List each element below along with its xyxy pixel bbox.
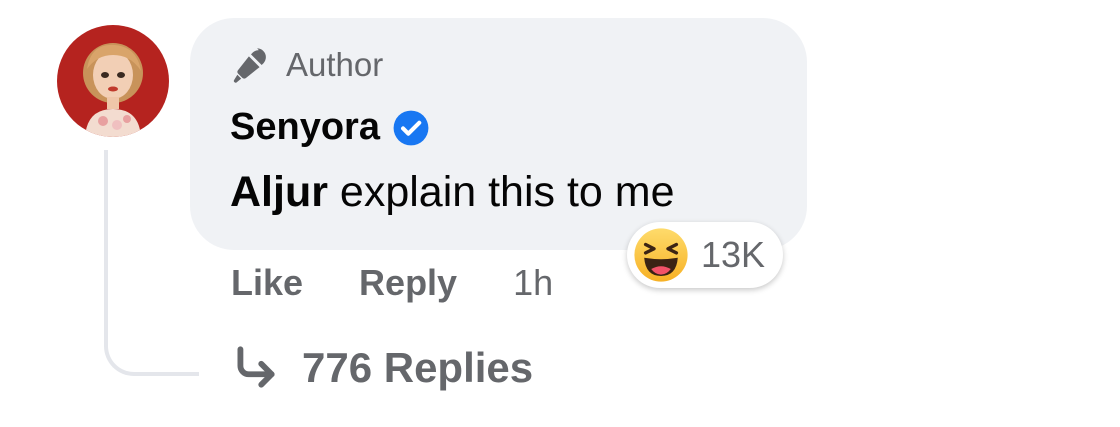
reply-button[interactable]: Reply: [359, 262, 457, 304]
author-badge: Author: [230, 44, 383, 86]
timestamp[interactable]: 1h: [513, 262, 553, 304]
avatar[interactable]: [57, 25, 169, 137]
haha-emoji-icon: [634, 228, 688, 282]
reply-arrow-icon: [237, 346, 275, 388]
commenter-name[interactable]: Senyora: [230, 106, 380, 149]
commenter-name-row: Senyora: [230, 106, 430, 149]
view-replies-link[interactable]: 776 Replies: [230, 343, 533, 393]
reaction-summary[interactable]: 13K: [627, 222, 784, 288]
replies-count-label: 776 Replies: [302, 344, 534, 391]
comment-actions: Like Reply 1h: [231, 262, 553, 304]
mention-link[interactable]: Aljur: [230, 168, 328, 216]
like-button[interactable]: Like: [231, 262, 303, 304]
reaction-count: 13K: [701, 234, 766, 275]
author-badge-label: Author: [286, 46, 384, 83]
avatar-image: [57, 25, 169, 137]
comment-bubble: Author Senyora Aljur explain this to me: [190, 18, 807, 250]
comment-text: Aljur explain this to me: [230, 168, 675, 217]
microphone-icon: [233, 48, 266, 83]
comment-body: explain this to me: [327, 168, 675, 216]
verified-badge-icon: [393, 110, 429, 145]
reply-thread-line: [104, 150, 199, 376]
